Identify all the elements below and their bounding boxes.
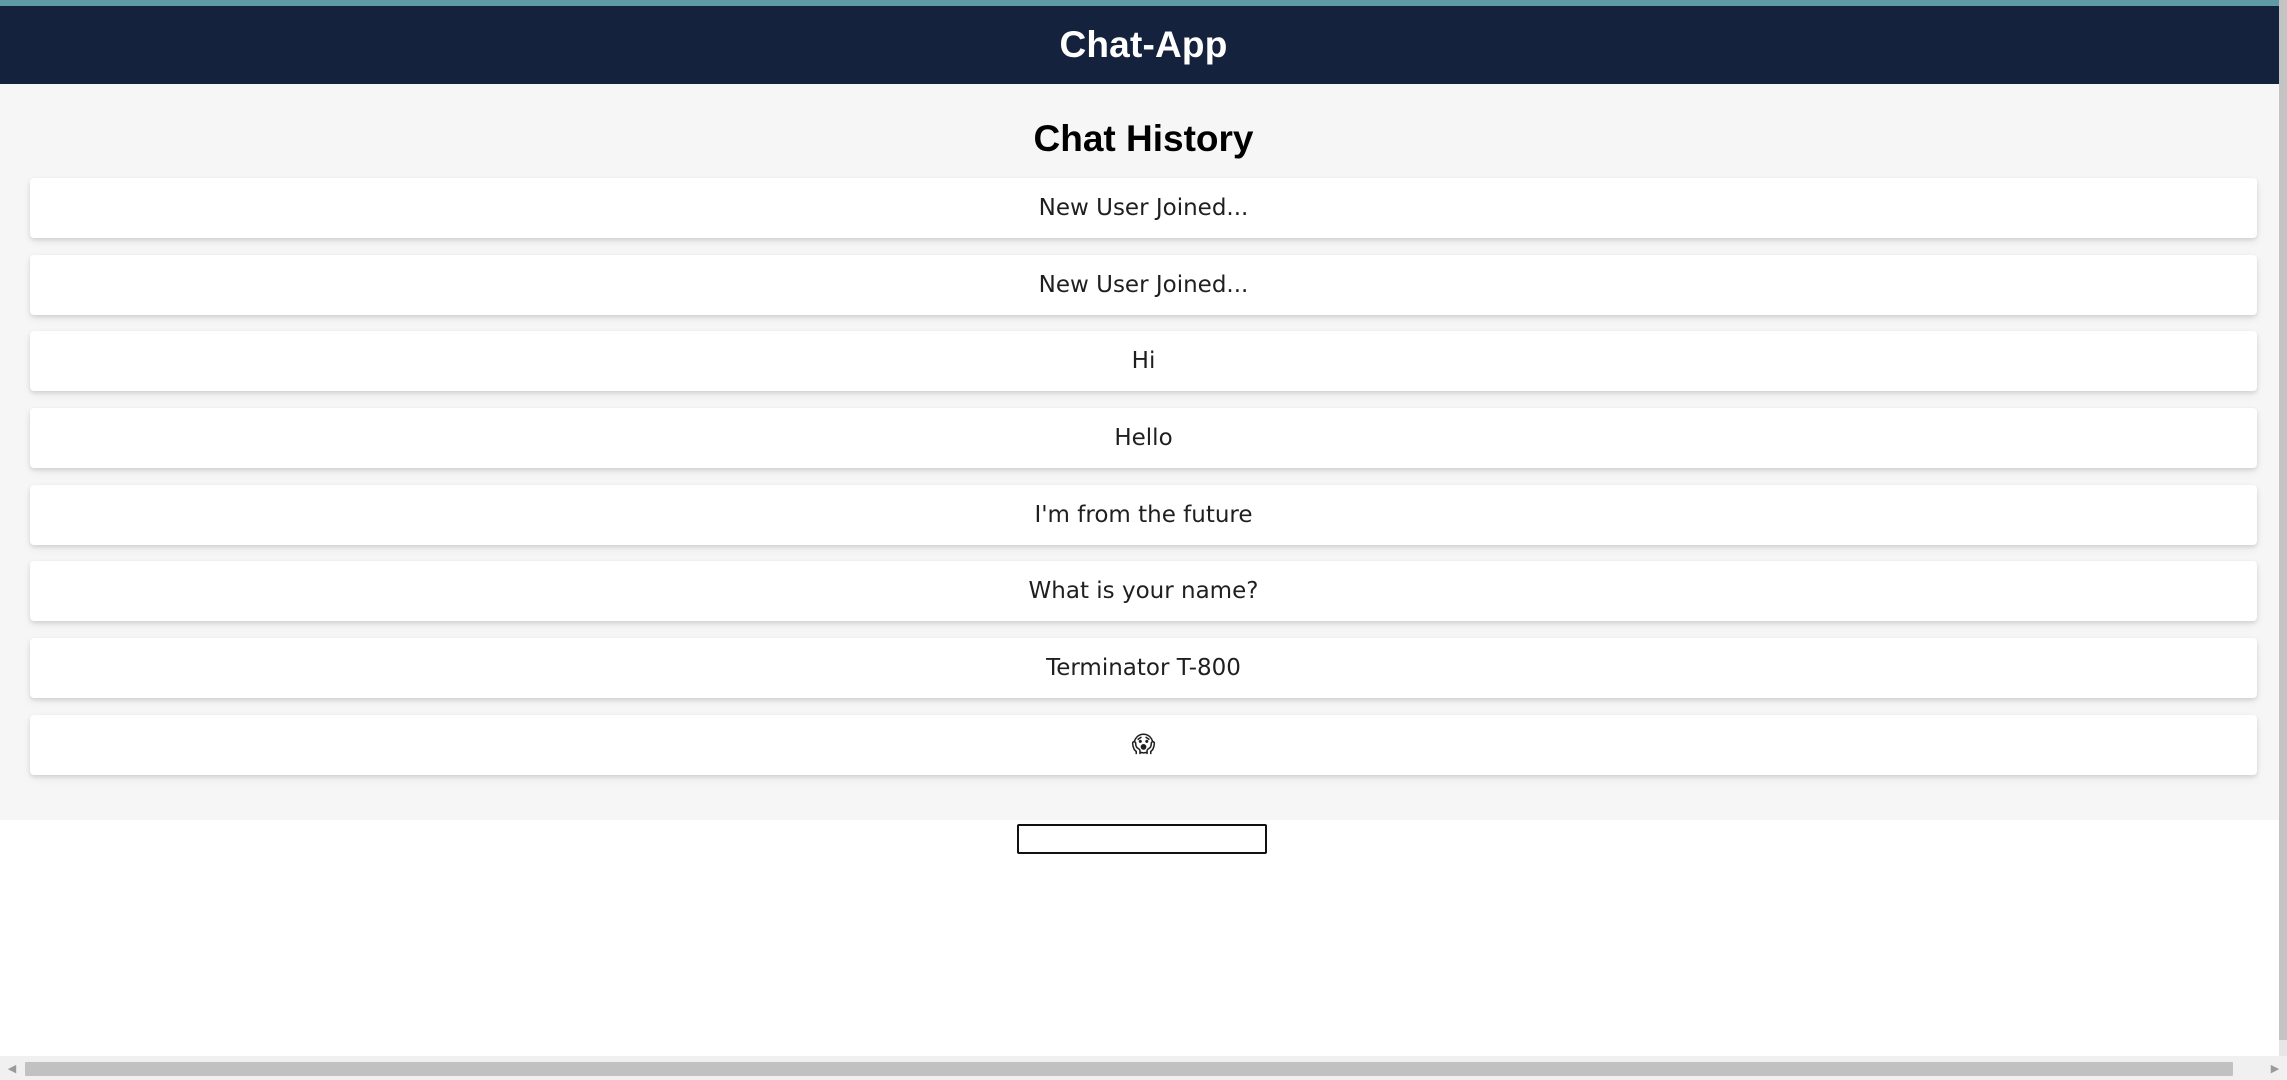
vertical-scrollbar[interactable] (2279, 0, 2287, 1056)
vertical-scrollbar-thumb[interactable] (2279, 0, 2287, 1040)
app-title: Chat-App (1059, 24, 1228, 65)
message-item: Hi (30, 331, 2257, 392)
chevron-left-icon[interactable]: ◀ (0, 1056, 24, 1080)
app-header: Chat-App (0, 6, 2287, 84)
message-input[interactable] (1017, 824, 1267, 854)
horizontal-scrollbar[interactable]: ◀ ▶ (0, 1056, 2287, 1080)
message-item: I'm from the future (30, 484, 2257, 545)
message-item: New User Joined... (30, 254, 2257, 315)
message-item: Terminator T-800 (30, 638, 2257, 699)
message-item: 😱 (30, 714, 2257, 775)
chat-history-heading: Chat History (1033, 118, 1254, 159)
message-item: Hello (30, 408, 2257, 469)
chevron-right-icon[interactable]: ▶ (2263, 1056, 2287, 1080)
message-item: What is your name? (30, 561, 2257, 622)
message-item: New User Joined... (30, 178, 2257, 238)
message-list: New User Joined... New User Joined... Hi… (30, 178, 2257, 792)
horizontal-scrollbar-thumb[interactable] (25, 1062, 2233, 1076)
chat-history-panel: Chat History New User Joined... New User… (0, 84, 2287, 820)
